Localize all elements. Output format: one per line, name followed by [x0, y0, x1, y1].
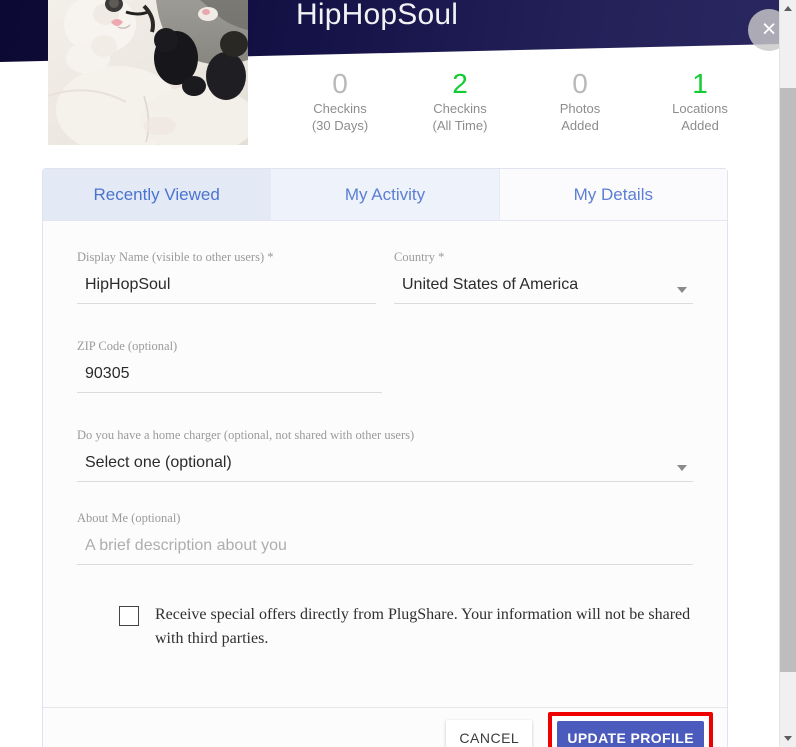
- triangle-down-icon: [784, 736, 792, 741]
- display-name-field[interactable]: Display Name (visible to other users) * …: [77, 249, 376, 304]
- scroll-down-arrow[interactable]: [780, 730, 796, 747]
- stat-value: 1: [692, 68, 708, 99]
- offers-checkbox-row[interactable]: Receive special offers directly from Plu…: [77, 603, 693, 651]
- page-title: HipHopSoul: [296, 0, 459, 31]
- form-row-zip: ZIP Code (optional) 90305: [77, 338, 693, 393]
- tab-recently-viewed[interactable]: Recently Viewed: [43, 169, 272, 220]
- home-charger-label: Do you have a home charger (optional, no…: [77, 428, 415, 442]
- about-me-input[interactable]: A brief description about you: [77, 534, 693, 565]
- tab-my-activity[interactable]: My Activity: [271, 169, 500, 220]
- country-select[interactable]: United States of America: [394, 273, 693, 304]
- country-field[interactable]: Country * United States of America: [394, 249, 693, 304]
- home-charger-select[interactable]: Select one (optional): [77, 451, 693, 482]
- update-profile-button[interactable]: UPDATE PROFILE: [557, 720, 704, 747]
- avatar-image: [48, 0, 248, 145]
- stat-label-line1: Locations: [672, 101, 728, 116]
- display-name-label: Display Name (visible to other users) *: [77, 250, 274, 264]
- zip-code-label: ZIP Code (optional): [77, 339, 178, 353]
- zip-code-field[interactable]: ZIP Code (optional) 90305: [77, 338, 382, 393]
- about-me-field[interactable]: About Me (optional) A brief description …: [77, 510, 693, 565]
- offers-checkbox-label: Receive special offers directly from Plu…: [155, 606, 691, 647]
- close-icon: ×: [761, 14, 777, 43]
- stat-value: 0: [332, 68, 348, 99]
- stat-photos-added: 0 Photos Added: [520, 68, 640, 134]
- scroll-up-arrow[interactable]: [780, 0, 796, 17]
- cancel-button[interactable]: CANCEL: [446, 719, 533, 747]
- profile-stats: 0 Checkins (30 Days) 2 Checkins (All Tim…: [280, 68, 760, 134]
- stat-label-line1: Photos: [559, 101, 601, 116]
- display-name-input[interactable]: HipHopSoul: [77, 273, 376, 304]
- home-charger-field[interactable]: Do you have a home charger (optional, no…: [77, 427, 693, 482]
- stat-value: 2: [452, 68, 468, 99]
- chevron-down-icon[interactable]: [677, 465, 687, 471]
- tab-bar: Recently Viewed My Activity My Details: [43, 169, 727, 221]
- tab-my-details[interactable]: My Details: [499, 169, 727, 220]
- stat-label-line1: Checkins: [433, 101, 487, 116]
- dialog-footer: CANCEL UPDATE PROFILE: [43, 707, 727, 747]
- chevron-down-icon[interactable]: [677, 287, 687, 293]
- stat-label-line2: Added: [561, 118, 599, 133]
- update-profile-highlight: UPDATE PROFILE: [548, 711, 713, 747]
- my-details-form: Display Name (visible to other users) * …: [43, 221, 727, 701]
- stat-label-line2: (30 Days): [311, 118, 369, 133]
- zip-code-input[interactable]: 90305: [77, 362, 382, 393]
- profile-dialog: HipHopSoul × 0 Checkins (30 Days) 2 Chec…: [0, 0, 796, 747]
- stat-checkins-30-days: 0 Checkins (30 Days): [280, 68, 400, 134]
- avatar: [48, 0, 248, 145]
- country-label: Country *: [394, 250, 445, 264]
- stat-checkins-all-time: 2 Checkins (All Time): [400, 68, 520, 134]
- about-me-label: About Me (optional): [77, 511, 181, 525]
- vertical-scrollbar[interactable]: [779, 0, 796, 747]
- stat-label-line2: Added: [681, 118, 719, 133]
- scrollbar-thumb[interactable]: [780, 88, 796, 672]
- stat-value: 0: [572, 68, 588, 99]
- profile-card: Recently Viewed My Activity My Details D…: [42, 168, 728, 747]
- stat-label-line2: (All Time): [432, 118, 488, 133]
- triangle-up-icon: [784, 6, 792, 11]
- form-row-charger: Do you have a home charger (optional, no…: [77, 427, 693, 482]
- stat-label-line1: Checkins: [313, 101, 367, 116]
- stat-locations-added: 1 Locations Added: [640, 68, 760, 134]
- form-row-about: About Me (optional) A brief description …: [77, 510, 693, 565]
- form-row-name-country: Display Name (visible to other users) * …: [77, 249, 693, 304]
- offers-checkbox[interactable]: [119, 606, 139, 626]
